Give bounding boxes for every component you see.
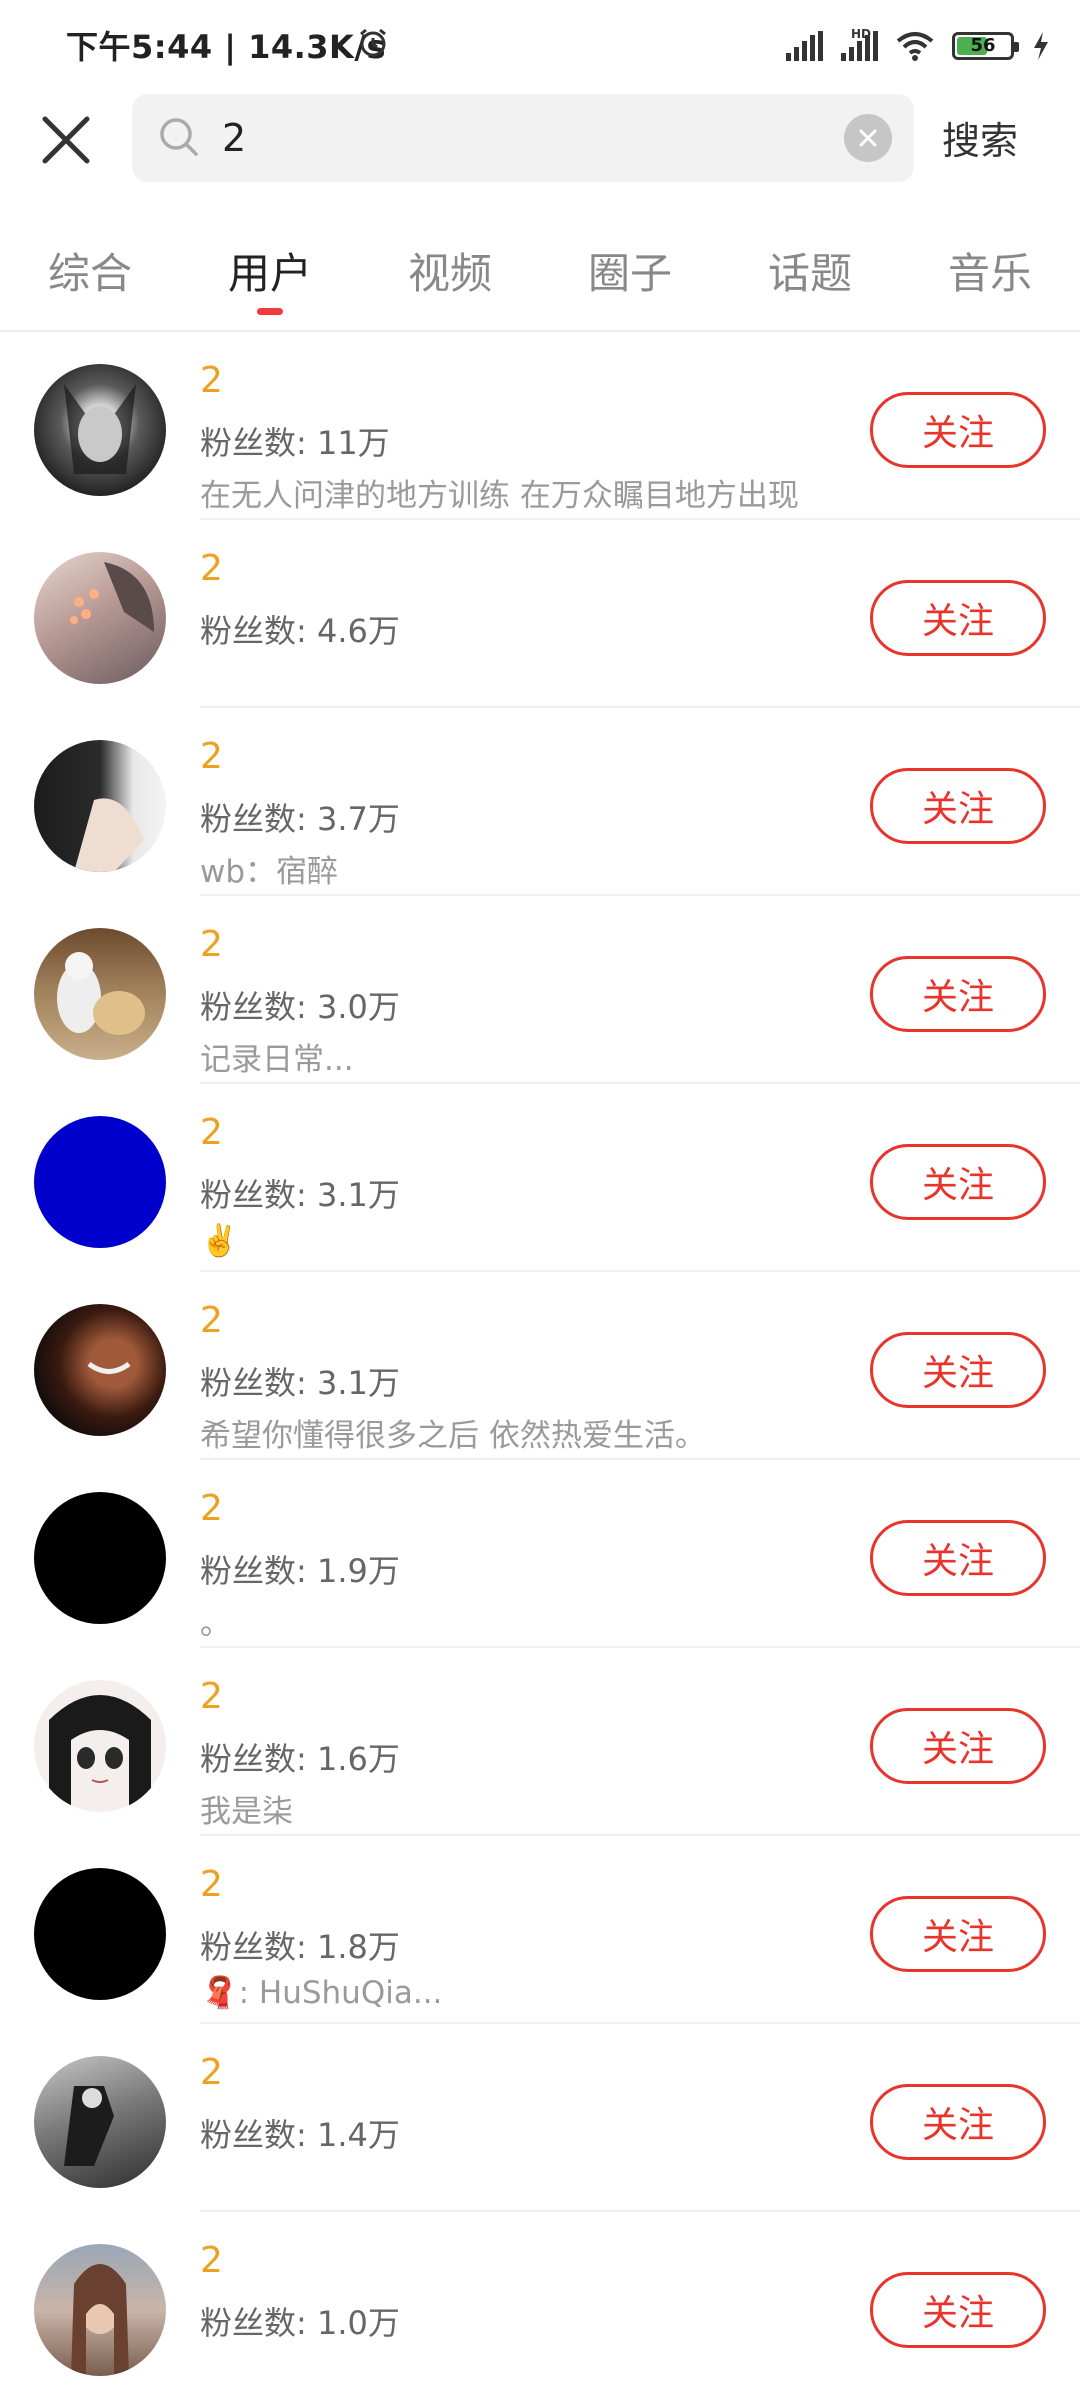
search-submit-button[interactable]: 搜索 <box>942 110 1018 165</box>
tab-comprehensive[interactable]: 综合 <box>48 240 132 301</box>
user-row[interactable]: 2 粉丝数: 3.1万 ✌️ 关注 <box>0 1084 1080 1272</box>
follow-button[interactable]: 关注 <box>870 392 1046 468</box>
avatar[interactable] <box>34 740 166 872</box>
user-row[interactable]: 2 粉丝数: 1.6万 我是柒 关注 <box>0 1648 1080 1836</box>
clear-search-button[interactable] <box>844 114 892 162</box>
search-icon <box>160 118 198 156</box>
user-bio: 我是柒 <box>200 1794 293 1830</box>
avatar[interactable] <box>34 364 166 496</box>
avatar[interactable] <box>34 928 166 1060</box>
user-bio: 在无人问津的地方训练 在万众瞩目地方出现 <box>200 478 799 514</box>
follow-button[interactable]: 关注 <box>870 2084 1046 2160</box>
user-name: 2 <box>200 1300 223 1341</box>
user-name: 2 <box>200 1488 223 1529</box>
avatar[interactable] <box>34 2056 166 2188</box>
status-bar: 下午5:44 | 14.3K/s HD 56 <box>0 0 1080 90</box>
user-name: 2 <box>200 360 223 401</box>
user-name: 2 <box>200 1676 223 1717</box>
tab-videos[interactable]: 视频 <box>408 240 492 301</box>
user-name: 2 <box>200 2052 223 2093</box>
search-input[interactable] <box>222 94 822 182</box>
follow-button[interactable]: 关注 <box>870 2272 1046 2348</box>
user-row[interactable]: 2 粉丝数: 11万 在无人问津的地方训练 在万众瞩目地方出现 关注 <box>0 332 1080 520</box>
user-bio: 🧣: HuShuQia... <box>200 1975 443 2011</box>
user-bio: wb：宿醉 <box>200 854 339 890</box>
status-icons: HD 56 <box>786 24 1050 68</box>
follow-button[interactable]: 关注 <box>870 768 1046 844</box>
user-row[interactable]: 2 粉丝数: 3.1万 希望你懂得很多之后 依然热爱生活。 关注 <box>0 1272 1080 1460</box>
follow-button[interactable]: 关注 <box>870 1708 1046 1784</box>
tab-topics[interactable]: 话题 <box>768 240 852 301</box>
user-name: 2 <box>200 2240 223 2281</box>
active-tab-indicator <box>257 308 283 315</box>
user-bio: 希望你懂得很多之后 依然热爱生活。 <box>200 1418 706 1454</box>
follower-count: 粉丝数: 1.4万 <box>200 2116 400 2154</box>
cell-signal-hd-icon: HD <box>841 27 878 61</box>
follow-button[interactable]: 关注 <box>870 956 1046 1032</box>
avatar[interactable] <box>34 1868 166 2000</box>
user-row[interactable]: 2 粉丝数: 3.7万 wb：宿醉 关注 <box>0 708 1080 896</box>
status-time: 下午5:44 | 14.3K/s <box>66 28 387 66</box>
battery-level: 56 <box>970 35 996 56</box>
follower-count: 粉丝数: 3.1万 <box>200 1364 400 1402</box>
user-name: 2 <box>200 924 223 965</box>
follower-count: 粉丝数: 1.8万 <box>200 1928 400 1966</box>
user-bio: 记录日常... <box>200 1042 354 1078</box>
battery-icon: 56 <box>952 32 1019 60</box>
user-list: 2 粉丝数: 11万 在无人问津的地方训练 在万众瞩目地方出现 关注 2 粉丝数… <box>0 332 1080 2400</box>
follower-count: 粉丝数: 3.7万 <box>200 800 400 838</box>
avatar[interactable] <box>34 1680 166 1812</box>
close-button[interactable] <box>38 112 94 168</box>
user-row[interactable]: 2 粉丝数: 1.4万 关注 <box>0 2024 1080 2212</box>
avatar[interactable] <box>34 552 166 684</box>
follow-button[interactable]: 关注 <box>870 1144 1046 1220</box>
user-name: 2 <box>200 1864 223 1905</box>
user-name: 2 <box>200 1112 223 1153</box>
follow-button[interactable]: 关注 <box>870 1896 1046 1972</box>
tab-users[interactable]: 用户 <box>228 240 312 301</box>
hd-label: HD <box>851 27 872 41</box>
close-icon <box>42 116 90 164</box>
follower-count: 粉丝数: 11万 <box>200 424 390 462</box>
charging-bolt-icon <box>1034 32 1048 60</box>
follower-count: 粉丝数: 1.6万 <box>200 1740 400 1778</box>
avatar[interactable] <box>34 2244 166 2376</box>
user-row[interactable]: 2 粉丝数: 3.0万 记录日常... 关注 <box>0 896 1080 1084</box>
follower-count: 粉丝数: 1.0万 <box>200 2304 400 2342</box>
follower-count: 粉丝数: 4.6万 <box>200 612 400 650</box>
user-row[interactable]: 2 粉丝数: 1.9万 。 关注 <box>0 1460 1080 1648</box>
user-bio: 。 <box>200 1606 231 1642</box>
user-row[interactable]: 2 粉丝数: 1.0万 关注 <box>0 2212 1080 2400</box>
wifi-icon <box>896 32 934 61</box>
user-name: 2 <box>200 736 223 777</box>
follower-count: 粉丝数: 1.9万 <box>200 1552 400 1590</box>
avatar[interactable] <box>34 1304 166 1436</box>
tab-circles[interactable]: 圈子 <box>588 240 672 301</box>
user-row[interactable]: 2 粉丝数: 1.8万 🧣: HuShuQia... 关注 <box>0 1836 1080 2024</box>
avatar[interactable] <box>34 1492 166 1624</box>
user-name: 2 <box>200 548 223 589</box>
search-box[interactable] <box>132 94 914 182</box>
user-row[interactable]: 2 粉丝数: 4.6万 关注 <box>0 520 1080 708</box>
user-bio: ✌️ <box>200 1223 239 1259</box>
alarm-clock-icon <box>360 28 386 57</box>
cell-signal-icon <box>786 31 823 61</box>
follower-count: 粉丝数: 3.1万 <box>200 1176 400 1214</box>
follow-button[interactable]: 关注 <box>870 1520 1046 1596</box>
follower-count: 粉丝数: 3.0万 <box>200 988 400 1026</box>
tab-music[interactable]: 音乐 <box>948 240 1032 301</box>
follow-button[interactable]: 关注 <box>870 1332 1046 1408</box>
follow-button[interactable]: 关注 <box>870 580 1046 656</box>
tab-bar: 综合 用户 视频 圈子 话题 音乐 <box>0 230 1080 330</box>
clear-icon <box>859 129 877 147</box>
avatar[interactable] <box>34 1116 166 1248</box>
